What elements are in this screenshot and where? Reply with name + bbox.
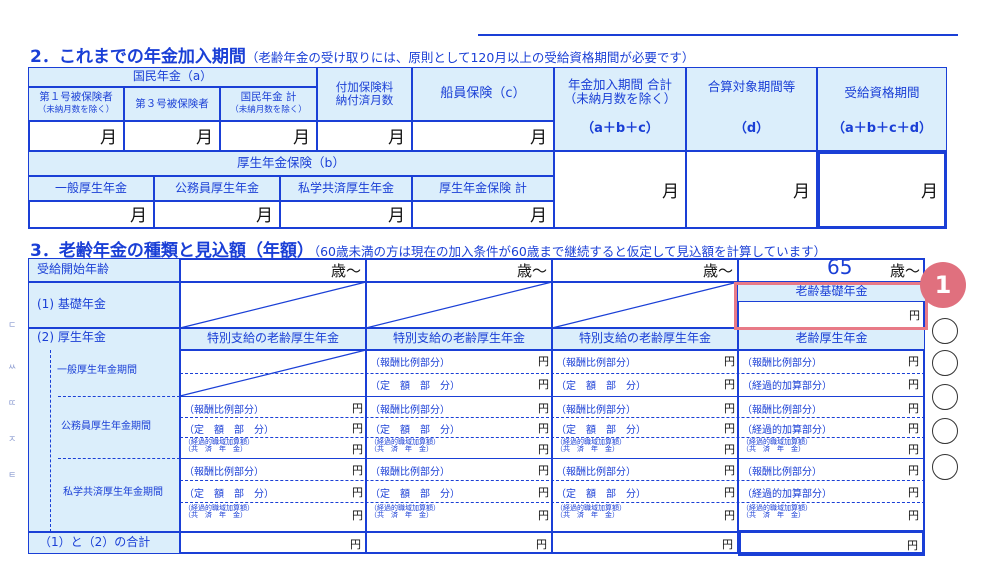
circle-mark-3 <box>932 384 958 410</box>
side-mark-3: ㄸ <box>8 399 17 409</box>
circle-mark-1 <box>932 318 958 344</box>
side-mark-2: ㅆ <box>8 363 17 373</box>
side-mark-5: ㅌ <box>8 471 17 481</box>
sum-col3: 円 <box>552 532 738 554</box>
public-period-label: 公務員厚生年金期間 <box>61 421 151 432</box>
old-welfare-header: 老齢厚生年金 <box>738 328 925 350</box>
special-header-2: 特別支給の老齢厚生年金 <box>366 328 552 350</box>
circle-mark-5 <box>932 454 958 480</box>
special-header-1: 特別支給の老齢厚生年金 <box>180 328 366 350</box>
circle-mark-4 <box>932 418 958 444</box>
sum-col4: 円 <box>738 530 925 556</box>
callout-badge: 1 <box>920 262 966 308</box>
private-period-label: 私学共済厚生年金期間 <box>63 487 163 498</box>
highlight-basic-old <box>734 282 928 330</box>
circle-mark-2 <box>932 350 958 376</box>
special-header-3: 特別支給の老齢厚生年金 <box>552 328 738 350</box>
sum-col1: 円 <box>180 532 366 554</box>
sum-col2: 円 <box>366 532 552 554</box>
general-period-label: 一般厚生年金期間 <box>57 365 137 376</box>
side-mark-4: ㅈ <box>8 435 17 445</box>
side-mark-1: ㄷ <box>8 321 17 331</box>
sum-label: （1）と（2）の合計 <box>28 532 180 554</box>
